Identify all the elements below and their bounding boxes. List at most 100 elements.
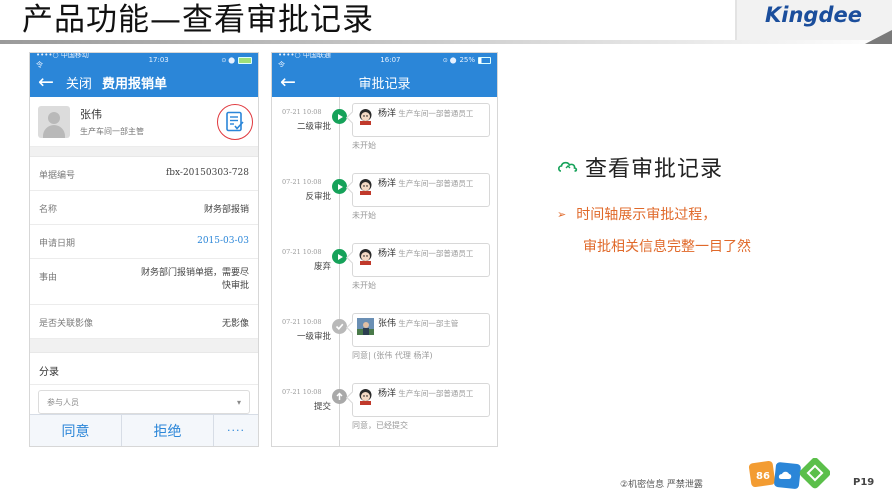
status-bar: ••••○ 中国联通 令 16:07 ⊙ ⬤ 25% [272, 53, 497, 69]
entry-time: 07-21 10:08 [282, 318, 322, 326]
field-row: 事由 财务部门报销单据，需要尽快审批 [30, 259, 258, 305]
check-icon [332, 319, 347, 334]
more-button[interactable]: ···· [214, 415, 258, 446]
chevron-down-icon: ▾ [236, 397, 241, 407]
approver-card[interactable]: 张伟 生产车间一部主管 [352, 313, 490, 347]
entries-section-title: 分录 [30, 353, 258, 385]
field-row: 是否关联影像 无影像 [30, 305, 258, 339]
field-row: 名称 财务部报销 [30, 191, 258, 225]
status-time: 17:03 [148, 56, 169, 64]
approver-card[interactable]: 杨洋 生产车间一部普通员工 [352, 243, 490, 277]
status-time: 16:07 [380, 56, 401, 64]
participants-placeholder: 参与人员 [47, 397, 79, 407]
entry-time: 07-21 10:08 [282, 108, 322, 116]
corner-notch [865, 30, 892, 44]
battery-icon: ⊙ ⬤ [221, 56, 252, 64]
cartoon-avatar-icon [359, 109, 372, 125]
arrow-up-icon [332, 389, 347, 404]
entry-status: 未开始 [352, 281, 376, 290]
participants-field[interactable]: 参与人员 ▾ [38, 390, 250, 414]
approver-name: 张伟 [378, 319, 397, 329]
entry-status: 未开始 [352, 211, 376, 220]
play-icon [332, 179, 347, 194]
entry-step: 二级审批 [296, 122, 331, 132]
play-icon [332, 249, 347, 264]
applicant-name: 张伟 [80, 108, 102, 121]
title-rule [0, 40, 892, 44]
entry-time: 07-21 10:08 [282, 178, 322, 186]
entry-step: 提交 [313, 402, 331, 412]
entry-status: 同意| (张伟 代理 杨洋) [352, 351, 433, 360]
field-label: 单据编号 [39, 171, 76, 181]
bullet-text-1: 时间轴展示审批过程， [576, 207, 717, 223]
back-arrow-icon[interactable]: ← [280, 72, 296, 92]
feature-heading: 查看审批记录 [557, 151, 723, 183]
field-label: 是否关联影像 [39, 319, 94, 329]
approval-timeline: 07-21 10:08 二级审批 杨洋 生产车间一部普通员工 未开始 07-21… [272, 97, 497, 446]
field-label: 申请日期 [39, 239, 76, 249]
section-gap [30, 147, 258, 157]
timeline-entry: 07-21 10:08 一级审批 张伟 生产车间一部主管 同意| (张伟 代理 … [272, 310, 497, 380]
approver-role: 生产车间一部普通员工 [398, 179, 474, 188]
battery-icon: ⊙ ⬤ 25% [443, 56, 491, 64]
back-arrow-icon[interactable]: ← [38, 72, 54, 92]
field-value: 财务部门报销单据，需要尽快审批 [140, 268, 249, 291]
feature-bullet: ➢ 时间轴展示审批过程， [557, 204, 716, 224]
expense-form-phone: ••••○ 中国移动 令 17:03 ⊙ ⬤ ← 关闭 费用报销单 张伟 生产车… [29, 52, 259, 447]
cartoon-avatar-icon [359, 179, 372, 195]
field-row: 申请日期 2015-03-03 [30, 225, 258, 259]
approver-name: 杨洋 [378, 109, 397, 119]
field-value: fbx-20150303-728 [165, 168, 249, 178]
approver-card[interactable]: 杨洋 生产车间一部普通员工 [352, 103, 490, 137]
cartoon-avatar-icon [359, 249, 372, 265]
bullet-arrow-icon: ➢ [557, 207, 567, 221]
applicant-role: 生产车间一部主管 [80, 127, 144, 136]
approver-card[interactable]: 杨洋 生产车间一部普通员工 [352, 173, 490, 207]
status-bar: ••••○ 中国移动 令 17:03 ⊙ ⬤ [30, 53, 258, 69]
close-button[interactable]: 关闭 [66, 73, 92, 92]
action-bar: 同意 拒绝 ···· [30, 414, 258, 446]
slide-title: 产品功能—查看审批记录 [22, 2, 374, 38]
timeline-entry: 07-21 10:08 二级审批 杨洋 生产车间一部普通员工 未开始 [272, 100, 497, 170]
confidential-note: ②机密信息 严禁泄露 [620, 480, 703, 490]
section-gap [30, 339, 258, 353]
bullet-text-2: 审批相关信息完整一目了然 [583, 239, 751, 255]
svg-text:86: 86 [756, 471, 770, 482]
battery-percent: 25% [459, 56, 475, 64]
cloud-arrow-icon [558, 161, 578, 172]
approver-role: 生产车间一部普通员工 [398, 389, 474, 398]
approver-role: 生产车间一部普通员工 [398, 249, 474, 258]
feature-title: 查看审批记录 [585, 157, 724, 182]
approver-role: 生产车间一部主管 [398, 319, 459, 328]
avatar [38, 105, 70, 138]
agree-button[interactable]: 同意 [30, 415, 122, 446]
timeline-entry: 07-21 10:08 反审批 杨洋 生产车间一部普通员工 未开始 [272, 170, 497, 240]
approval-record-icon[interactable] [217, 104, 253, 140]
product-logos-icon: 86 [748, 458, 830, 489]
field-value: 财务部报销 [203, 205, 249, 215]
timeline-entry: 07-21 10:08 提交 杨洋 生产车间一部普通员工 同意，已经提交 [272, 380, 497, 446]
cartoon-avatar-icon [359, 389, 372, 405]
brand-logo: Kingdee [765, 3, 862, 27]
entry-step: 一级审批 [296, 332, 331, 342]
entry-step: 反审批 [305, 192, 331, 202]
entry-status: 同意，已经提交 [352, 421, 408, 430]
field-row: 单据编号 fbx-20150303-728 [30, 157, 258, 191]
entry-time: 07-21 10:08 [282, 248, 322, 256]
nav-bar: ← 关闭 费用报销单 [30, 67, 258, 97]
nav-title: 费用报销单 [101, 76, 167, 92]
reject-button[interactable]: 拒绝 [122, 415, 214, 446]
applicant-card: 张伟 生产车间一部主管 [30, 97, 258, 147]
field-label: 事由 [39, 273, 58, 283]
approval-record-phone: ••••○ 中国联通 令 16:07 ⊙ ⬤ 25% ← 审批记录 07-21 … [271, 52, 498, 447]
field-label: 名称 [39, 205, 58, 215]
page-number: P19 [853, 477, 875, 488]
photo-avatar-icon [357, 318, 374, 335]
nav-bar: ← 审批记录 [272, 67, 497, 97]
approver-name: 杨洋 [378, 179, 397, 189]
play-icon [332, 109, 347, 124]
approver-card[interactable]: 杨洋 生产车间一部普通员工 [352, 383, 490, 417]
field-value: 2015-03-03 [197, 236, 249, 246]
approver-name: 杨洋 [378, 249, 397, 259]
approver-name: 杨洋 [378, 389, 397, 399]
